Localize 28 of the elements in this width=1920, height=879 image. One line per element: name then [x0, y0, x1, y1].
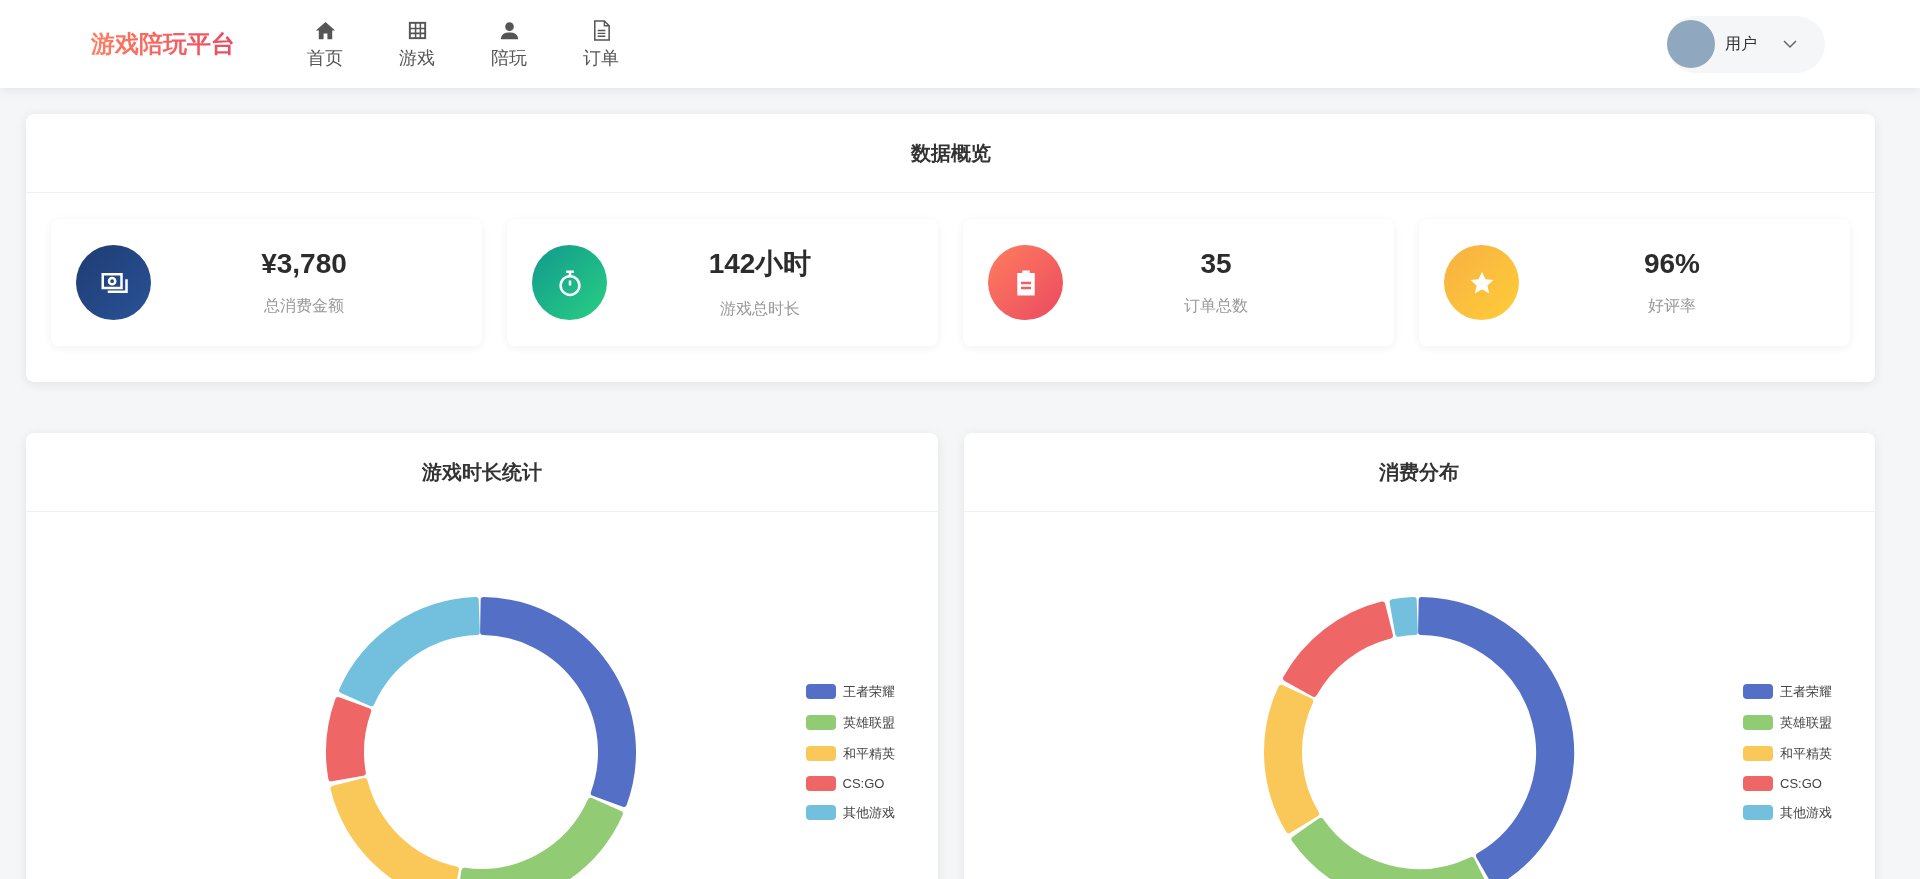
nav-link[interactable]: 首页	[303, 18, 347, 70]
stat-value: 142小时	[708, 247, 812, 281]
nav-link[interactable]: 陪玩	[487, 18, 531, 70]
legend-label: CS:GO	[842, 775, 885, 791]
legend-label: CS:GO	[1780, 775, 1822, 791]
stat-value: 96%	[1643, 248, 1700, 280]
chart-title: 消费分布	[1379, 459, 1460, 485]
legend-label: 王者荣耀	[842, 682, 895, 701]
legend-label: 英雄联盟	[842, 713, 895, 732]
legend-label: 和平精英	[1780, 744, 1832, 763]
stat-label: 游戏总时长	[720, 299, 800, 319]
nav-link[interactable]: 游戏	[395, 18, 439, 70]
legend-label: 王者荣耀	[1780, 682, 1832, 701]
stat-value: ¥3,780	[261, 248, 347, 280]
legend-label: 和平精英	[842, 744, 895, 763]
section-title: 数据概览	[910, 140, 991, 166]
stat-label: 好评率	[1648, 296, 1696, 316]
legend-label: 其他游戏	[1780, 803, 1832, 822]
stat-label: 总消费金额	[264, 296, 344, 316]
stat-label: 订单总数	[1184, 296, 1248, 316]
legend-label: 其他游戏	[842, 803, 895, 822]
nav-link[interactable]: 订单	[579, 18, 623, 70]
avatar-placeholder	[1667, 20, 1715, 68]
legend-label: 英雄联盟	[1780, 713, 1832, 732]
chart-title: 游戏时长统计	[421, 459, 542, 485]
user-menu[interactable]: 用户	[1667, 15, 1825, 73]
chevron-down-icon	[1783, 39, 1797, 49]
stat-value: 35	[1200, 248, 1232, 280]
